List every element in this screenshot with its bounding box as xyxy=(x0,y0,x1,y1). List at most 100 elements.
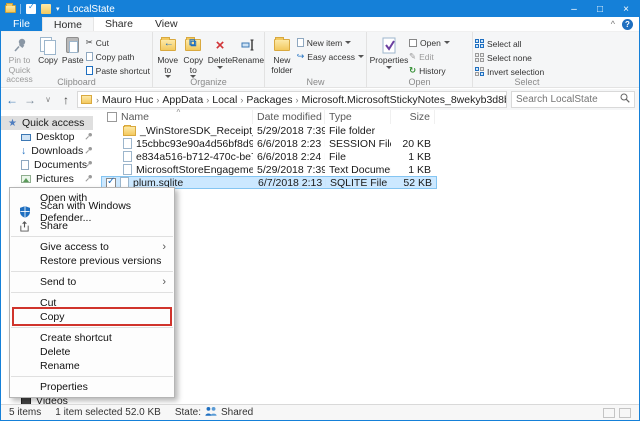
breadcrumb[interactable]: › Mauro Huc › AppData › Local › Packages… xyxy=(77,91,507,108)
group-open: Properties Open ✎ Edit ↻ History Open xyxy=(367,32,473,87)
state-value: Shared xyxy=(221,407,254,418)
tab-home[interactable]: Home xyxy=(41,17,94,31)
ribbon-spacer xyxy=(581,32,639,87)
sidebar-item-downloads[interactable]: ↓ Downloads xyxy=(1,144,101,158)
items-count: 5 items xyxy=(9,407,42,418)
column-header-date-modified[interactable]: Date modified xyxy=(253,110,325,124)
menu-item-scan-defender[interactable]: Scan with Windows Defender... xyxy=(10,200,174,224)
rename-button[interactable]: Rename xyxy=(232,34,264,67)
copy-to-button[interactable]: ⧉ Copy to xyxy=(181,34,207,79)
select-all-checkbox[interactable] xyxy=(107,112,117,122)
select-all-button[interactable]: Select all xyxy=(475,37,544,50)
menu-item-give-access[interactable]: Give access to › xyxy=(10,240,174,254)
menu-item-rename[interactable]: Rename xyxy=(10,359,174,373)
forward-icon[interactable]: → xyxy=(23,93,37,107)
delete-button[interactable]: × Delete xyxy=(206,34,234,70)
paste-shortcut-button[interactable]: Paste shortcut xyxy=(85,64,150,77)
search-box[interactable] xyxy=(511,91,635,108)
star-icon: ★ xyxy=(8,117,17,129)
move-to-button[interactable]: ← Move to xyxy=(155,34,181,79)
ribbon: Pin to Quick access Copy Paste ✂ Cut Cop… xyxy=(1,32,639,88)
sidebar-item-desktop[interactable]: Desktop xyxy=(1,130,101,144)
file-list-pane: Name ^ Date modified Type Size _WinStore… xyxy=(101,108,639,406)
qat-customize-icon[interactable]: ▾ xyxy=(56,5,60,13)
menu-item-create-shortcut[interactable]: Create shortcut xyxy=(10,331,174,345)
select-none-button[interactable]: Select none xyxy=(475,51,544,64)
view-toggles xyxy=(603,407,631,418)
menu-item-restore-previous[interactable]: Restore previous versions xyxy=(10,254,174,268)
window-controls: – □ × xyxy=(561,1,639,17)
move-to-icon: ← xyxy=(159,35,176,55)
file-row-winstoresdk[interactable]: _WinStoreSDK_Receipt_Cache 5/29/2018 7:3… xyxy=(101,124,639,137)
sidebar-item-quick-access[interactable]: ★ Quick access xyxy=(1,116,93,130)
properties-button[interactable]: Properties xyxy=(369,34,409,70)
qat-new-folder-icon[interactable] xyxy=(41,4,51,14)
sidebar-item-documents[interactable]: Documents xyxy=(1,158,101,172)
qat-properties-icon[interactable] xyxy=(26,2,36,14)
details-view-icon[interactable] xyxy=(603,407,615,418)
close-button[interactable]: × xyxy=(613,1,639,17)
back-icon[interactable]: ← xyxy=(5,93,19,107)
file-icon xyxy=(123,138,132,149)
copy-path-icon xyxy=(85,52,93,61)
crumb-stickynotes-package[interactable]: Microsoft.MicrosoftStickyNotes_8wekyb3d8… xyxy=(298,94,506,106)
scissors-icon: ✂ xyxy=(85,37,93,47)
new-folder-button[interactable]: New folder xyxy=(267,34,297,76)
collapse-ribbon-icon[interactable]: ^ xyxy=(611,19,615,29)
search-input[interactable] xyxy=(516,94,620,105)
open-button[interactable]: Open xyxy=(409,36,450,49)
file-row-session[interactable]: 15cbbc93e90a4d56bf8d9a29305b8981... 6/6/… xyxy=(101,137,639,150)
group-label-select: Select xyxy=(514,77,540,87)
pin-icon xyxy=(85,145,93,157)
cut-button[interactable]: ✂ Cut xyxy=(86,36,150,49)
menu-separator xyxy=(11,271,173,272)
file-rows: _WinStoreSDK_Receipt_Cache 5/29/2018 7:3… xyxy=(101,124,639,189)
help-icon[interactable]: ? xyxy=(622,18,633,30)
paste-shortcut-icon xyxy=(85,66,93,75)
title-bar: ▾ LocalState – □ × xyxy=(1,1,639,17)
easy-access-button[interactable]: ↪ Easy access xyxy=(297,50,364,63)
crumb-appdata[interactable]: AppData xyxy=(159,94,206,106)
thumbnail-view-icon[interactable] xyxy=(619,407,631,418)
crumb-packages[interactable]: Packages xyxy=(243,94,295,106)
menu-separator xyxy=(11,327,173,328)
pictures-icon xyxy=(21,175,31,183)
edit-button[interactable]: ✎ Edit xyxy=(409,50,450,63)
menu-item-send-to[interactable]: Send to › xyxy=(10,275,174,289)
window-title: LocalState xyxy=(67,3,115,15)
menu-item-share[interactable]: Share xyxy=(10,219,174,233)
menu-item-delete[interactable]: Delete xyxy=(10,345,174,359)
maximize-button[interactable]: □ xyxy=(587,1,613,17)
minimize-button[interactable]: – xyxy=(561,1,587,17)
status-bar: 5 items 1 item selected 52.0 KB State: S… xyxy=(1,404,639,420)
clipboard-icon xyxy=(66,35,80,55)
history-button[interactable]: ↻ History xyxy=(409,64,450,77)
file-row-engagement-sdk[interactable]: MicrosoftStoreEngagementSDKId.txt 5/29/2… xyxy=(101,163,639,176)
column-header-name[interactable]: Name ^ xyxy=(101,108,253,124)
paste-button[interactable]: Paste xyxy=(60,34,86,67)
divider xyxy=(20,4,21,14)
row-checkbox[interactable]: ✓ xyxy=(106,177,116,188)
new-item-icon xyxy=(296,38,304,47)
pin-icon xyxy=(85,131,93,143)
column-header-type[interactable]: Type xyxy=(325,110,391,124)
tab-file[interactable]: File xyxy=(1,17,42,31)
tab-share[interactable]: Share xyxy=(94,17,144,31)
crumb-mauro-huc[interactable]: Mauro Huc xyxy=(99,94,156,106)
tab-view[interactable]: View xyxy=(144,17,189,31)
copy-path-button[interactable]: Copy path xyxy=(85,50,150,63)
select-all-icon xyxy=(475,39,484,48)
new-item-button[interactable]: New item xyxy=(296,36,364,49)
up-icon[interactable]: ↑ xyxy=(59,93,73,107)
crumb-local[interactable]: Local xyxy=(209,94,240,106)
group-organize: ← Move to ⧉ Copy to × Delete Rename Orga… xyxy=(153,32,265,87)
file-icon xyxy=(123,151,132,162)
copy-button[interactable]: Copy xyxy=(36,34,60,67)
menu-item-properties[interactable]: Properties xyxy=(10,380,174,394)
menu-item-copy[interactable]: Copy xyxy=(10,307,174,326)
column-header-size[interactable]: Size xyxy=(391,110,435,124)
pin-icon xyxy=(85,159,93,171)
file-row-e834a516[interactable]: e834a516-b712-470c-be7d-99d5fc4e7c 6/6/2… xyxy=(101,150,639,163)
sidebar-item-pictures[interactable]: Pictures xyxy=(1,172,101,186)
recent-locations-icon[interactable]: ∨ xyxy=(41,95,55,104)
